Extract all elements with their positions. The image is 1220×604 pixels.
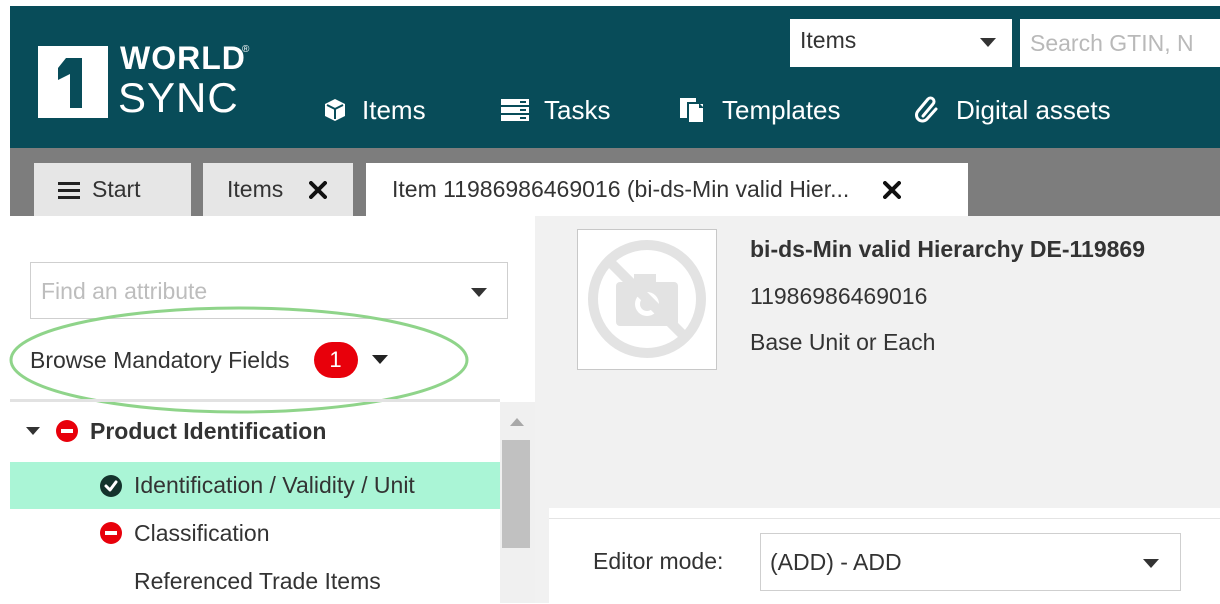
editor-mode-select[interactable]: (ADD) - ADD [760, 533, 1181, 591]
item-title: bi-ds-Min valid Hierarchy DE-119869 [750, 236, 1145, 262]
tree-node-identification-validity-unit[interactable]: Identification / Validity / Unit [10, 462, 500, 509]
list-icon [501, 99, 529, 121]
no-image-icon [588, 240, 706, 358]
tree-node-label: Classification [134, 519, 270, 546]
item-unit: Base Unit or Each [750, 329, 936, 355]
browse-mandatory-fields-dropdown[interactable]: Browse Mandatory Fields 1 [30, 338, 388, 382]
nav-tasks[interactable]: Tasks [500, 88, 610, 132]
tab-items-label: Items [227, 176, 284, 202]
tab-start-label: Start [92, 176, 141, 202]
nav-digital-assets[interactable]: Digital assets [914, 88, 1111, 132]
mandatory-count-badge: 1 [313, 342, 358, 378]
editor-mode-label: Editor mode: [593, 548, 724, 574]
close-icon[interactable] [309, 180, 328, 199]
tree-node-classification[interactable]: Classification [10, 510, 500, 556]
search-input[interactable] [1020, 19, 1220, 67]
tree-divider [10, 399, 500, 402]
search-box[interactable] [1020, 19, 1220, 67]
nav-digital-assets-label: Digital assets [956, 94, 1111, 125]
tab-item-detail-label: Item 11986986469016 (bi-ds-Min valid Hie… [392, 176, 850, 202]
chevron-down-icon [1143, 559, 1159, 568]
nav-templates-label: Templates [722, 94, 841, 125]
nav-items[interactable]: Items [322, 88, 426, 132]
editor-mode-value: (ADD) - ADD [770, 549, 902, 575]
error-status-icon [100, 522, 122, 544]
close-icon[interactable] [883, 180, 902, 199]
hamburger-menu-icon [58, 181, 80, 199]
check-circle-icon [100, 474, 122, 497]
tree-node-referenced-trade-items[interactable]: Referenced Trade Items [10, 558, 500, 604]
document-stack-icon [680, 98, 705, 124]
tree-node-label: Identification / Validity / Unit [134, 472, 415, 498]
error-status-icon [56, 420, 78, 442]
search-scope-select[interactable]: Items [790, 19, 1012, 67]
chevron-down-icon[interactable] [471, 288, 487, 298]
cube-icon [325, 99, 345, 121]
paperclip-icon [915, 96, 938, 123]
tree-node-label: Referenced Trade Items [134, 567, 381, 594]
item-gtin: 11986986469016 [750, 283, 928, 309]
chevron-down-icon [980, 38, 996, 47]
logo-text-world: WORLD [120, 40, 246, 76]
browse-mandatory-fields-label: Browse Mandatory Fields [30, 346, 290, 373]
caret-down-icon[interactable] [26, 426, 40, 436]
item-image-placeholder[interactable] [577, 229, 717, 370]
tab-start[interactable]: Start [34, 163, 191, 216]
tree-node-label: Product Identification [90, 417, 327, 444]
search-scope-value: Items [800, 27, 857, 53]
tab-items[interactable]: Items [203, 163, 353, 216]
nav-tasks-label: Tasks [544, 94, 611, 125]
worldsync-logo-icon[interactable] [38, 46, 108, 118]
tree-scrollbar[interactable] [500, 402, 535, 603]
nav-templates[interactable]: Templates [678, 88, 841, 132]
scroll-up-arrow-icon[interactable] [510, 418, 524, 426]
scrollbar-thumb[interactable] [502, 440, 530, 548]
nav-items-label: Items [362, 94, 426, 125]
caret-down-icon [371, 355, 388, 364]
logo-text-sync: SYNC [118, 74, 239, 121]
panel-divider[interactable] [535, 216, 549, 603]
tree-node-product-identification[interactable]: Product Identification [10, 408, 500, 454]
tab-item-detail[interactable]: Item 11986986469016 (bi-ds-Min valid Hie… [366, 163, 968, 216]
logo-registered-mark: ® [242, 44, 250, 55]
